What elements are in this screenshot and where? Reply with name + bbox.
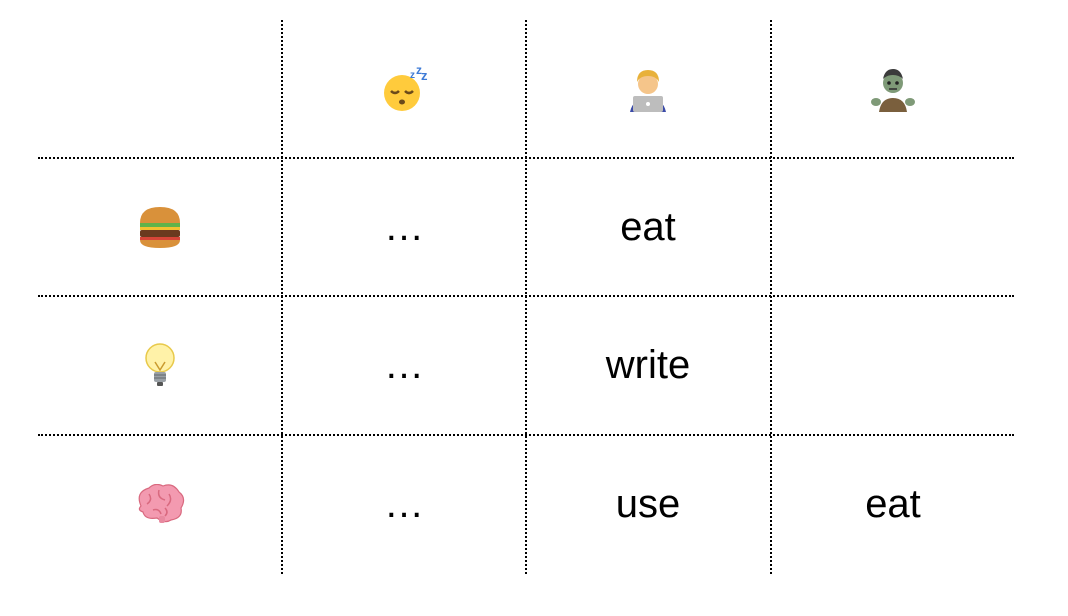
table-cell: eat	[865, 481, 921, 526]
header-col-technologist	[526, 20, 770, 158]
light-bulb-icon	[143, 342, 177, 388]
hamburger-icon	[137, 205, 183, 249]
table-cell	[771, 296, 1015, 434]
svg-text:z: z	[410, 70, 415, 81]
header-col-sleeping: z z z	[282, 20, 526, 158]
zombie-icon	[870, 66, 916, 112]
table-cell	[771, 158, 1015, 296]
verb-grid: z z z … eat … write … use eat	[0, 0, 1068, 616]
row-header-light-bulb	[38, 296, 282, 434]
man-technologist-icon	[625, 66, 671, 112]
table-cell: write	[605, 342, 691, 387]
svg-text:z: z	[421, 68, 428, 83]
table-cell: use	[615, 481, 681, 526]
table-cell: …	[384, 342, 424, 387]
table-cell: …	[384, 204, 424, 249]
table-cell: eat	[620, 204, 676, 249]
row-header-hamburger	[38, 158, 282, 296]
table-cell: …	[384, 481, 424, 526]
sleeping-face-icon: z z z	[380, 65, 428, 113]
brain-icon	[135, 484, 185, 524]
header-col-zombie	[771, 20, 1015, 158]
row-header-brain	[38, 435, 282, 573]
